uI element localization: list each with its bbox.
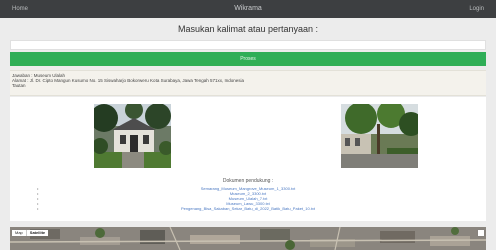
satellite-map[interactable]: Map Satellite bbox=[10, 227, 486, 250]
app-title: Wikrama bbox=[234, 5, 262, 12]
results-panel: Dokumen pendukung : • Semarang_Museum_Man… bbox=[10, 97, 486, 221]
map-type-map[interactable]: Map bbox=[12, 230, 26, 236]
doc-list-item[interactable]: • Pengenang_Bisa_Sakaban_Sekar_Batu_di_20… bbox=[10, 206, 486, 211]
bullet-icon: • bbox=[37, 206, 39, 211]
map-type-satellite[interactable]: Satellite bbox=[25, 230, 48, 236]
map-type-control[interactable]: Map Satellite bbox=[12, 230, 49, 236]
fullscreen-icon[interactable] bbox=[478, 230, 484, 236]
link-line[interactable]: Tautan bbox=[12, 83, 484, 88]
answer-info-box: Jawaban : Museum Ulalah Alamat : Jl. Dr.… bbox=[10, 70, 486, 96]
top-navbar: Home Wikrama Login bbox=[0, 0, 496, 18]
query-prompt: Masukan kalimat atau pertanyaan : bbox=[177, 24, 319, 34]
submit-button[interactable]: Proses bbox=[10, 52, 486, 66]
museum-photo-2 bbox=[341, 104, 418, 168]
supporting-docs-title: Dokumen pendukung : bbox=[222, 178, 274, 184]
query-input[interactable] bbox=[10, 40, 486, 50]
supporting-docs-list: • Semarang_Museum_Mangrove_Museum_1_3300.… bbox=[10, 186, 486, 211]
nav-login-link[interactable]: Login bbox=[469, 6, 484, 12]
museum-photo-1 bbox=[94, 104, 171, 168]
